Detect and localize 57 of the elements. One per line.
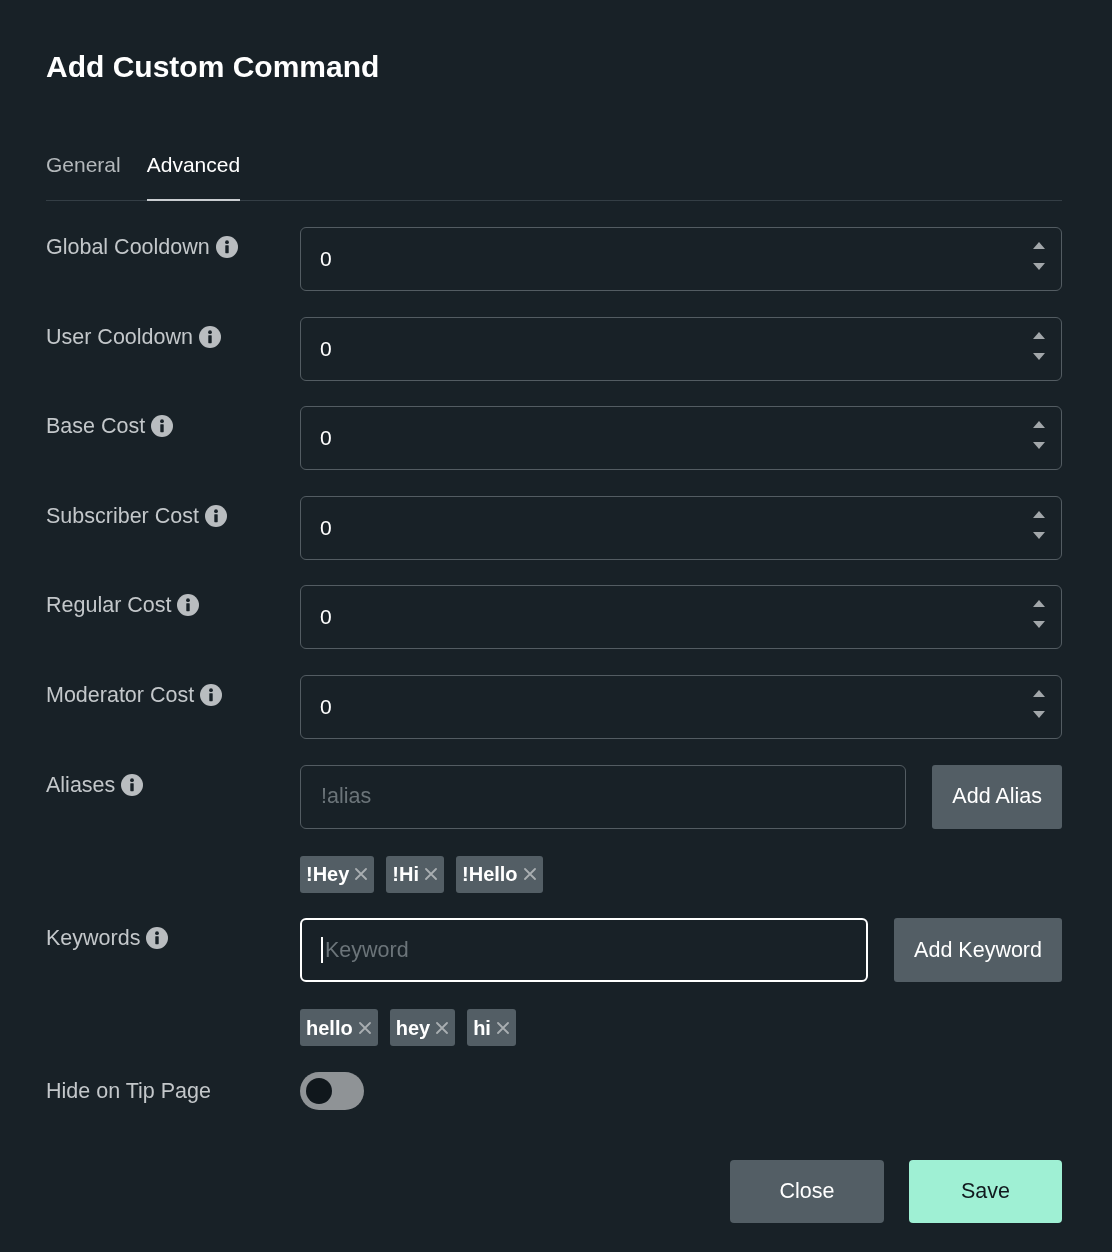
increment-arrow-icon[interactable]	[1033, 421, 1045, 429]
field-label: User Cooldown	[46, 324, 193, 349]
tab[interactable]: Advanced	[146, 153, 241, 201]
toggle-switch[interactable]	[300, 1071, 364, 1110]
number-field[interactable]: 0	[300, 495, 1062, 560]
remove-icon[interactable]	[358, 1021, 371, 1034]
number-field[interactable]: 0	[300, 316, 1062, 381]
field-label: Global Cooldown	[46, 235, 210, 259]
remove-icon[interactable]	[496, 1021, 509, 1034]
tab[interactable]: General	[46, 153, 121, 201]
increment-arrow-icon[interactable]	[1033, 600, 1045, 608]
field-label: Aliases	[46, 772, 116, 797]
remove-icon[interactable]	[523, 868, 536, 881]
number-field[interactable]: 0	[300, 227, 1062, 291]
dialog-title: Add Custom Command	[46, 49, 381, 85]
info-icon[interactable]	[200, 683, 223, 706]
tag-label: !Hey	[306, 862, 350, 887]
increment-arrow-icon[interactable]	[1033, 242, 1045, 249]
field-label: Keywords	[46, 926, 141, 951]
info-icon[interactable]	[177, 594, 200, 617]
info-icon[interactable]	[146, 927, 169, 950]
add-button[interactable]: Add Keyword	[894, 918, 1062, 983]
field-label: Moderator Cost	[46, 682, 195, 707]
decrement-arrow-icon[interactable]	[1033, 531, 1045, 539]
text-cursor-icon	[321, 937, 323, 964]
number-field[interactable]: 0	[300, 406, 1062, 471]
tag-label: hi	[473, 1015, 491, 1040]
info-icon[interactable]	[151, 415, 174, 438]
info-icon[interactable]	[121, 773, 144, 796]
tag-label: !Hello	[462, 862, 518, 887]
field-label: Subscriber Cost	[46, 503, 199, 528]
text-field[interactable]: !alias	[300, 764, 907, 829]
remove-icon[interactable]	[355, 868, 368, 881]
decrement-arrow-icon[interactable]	[1033, 352, 1045, 360]
tag-label: hello	[306, 1015, 353, 1040]
decrement-arrow-icon[interactable]	[1033, 442, 1045, 450]
info-icon[interactable]	[199, 325, 221, 348]
field-label: Hide on Tip Page	[46, 1078, 211, 1103]
add-button[interactable]: Add Alias	[932, 764, 1062, 829]
decrement-arrow-icon[interactable]	[1033, 710, 1045, 718]
increment-arrow-icon[interactable]	[1033, 331, 1045, 339]
remove-icon[interactable]	[436, 1021, 449, 1034]
info-icon[interactable]	[204, 504, 227, 527]
decrement-arrow-icon[interactable]	[1033, 263, 1045, 270]
tag-label: hey	[395, 1015, 431, 1040]
info-icon[interactable]	[215, 236, 238, 258]
increment-arrow-icon[interactable]	[1033, 689, 1045, 697]
remove-icon[interactable]	[425, 868, 438, 881]
close-button[interactable]: Close	[730, 1159, 884, 1223]
number-field[interactable]: 0	[300, 585, 1062, 650]
field-label: Regular Cost	[46, 593, 172, 618]
increment-arrow-icon[interactable]	[1033, 510, 1045, 518]
decrement-arrow-icon[interactable]	[1033, 621, 1045, 629]
number-field[interactable]: 0	[300, 674, 1062, 739]
field-label: Base Cost	[46, 414, 146, 439]
tag-label: !Hi	[392, 862, 420, 887]
save-button[interactable]: Save	[909, 1159, 1062, 1223]
